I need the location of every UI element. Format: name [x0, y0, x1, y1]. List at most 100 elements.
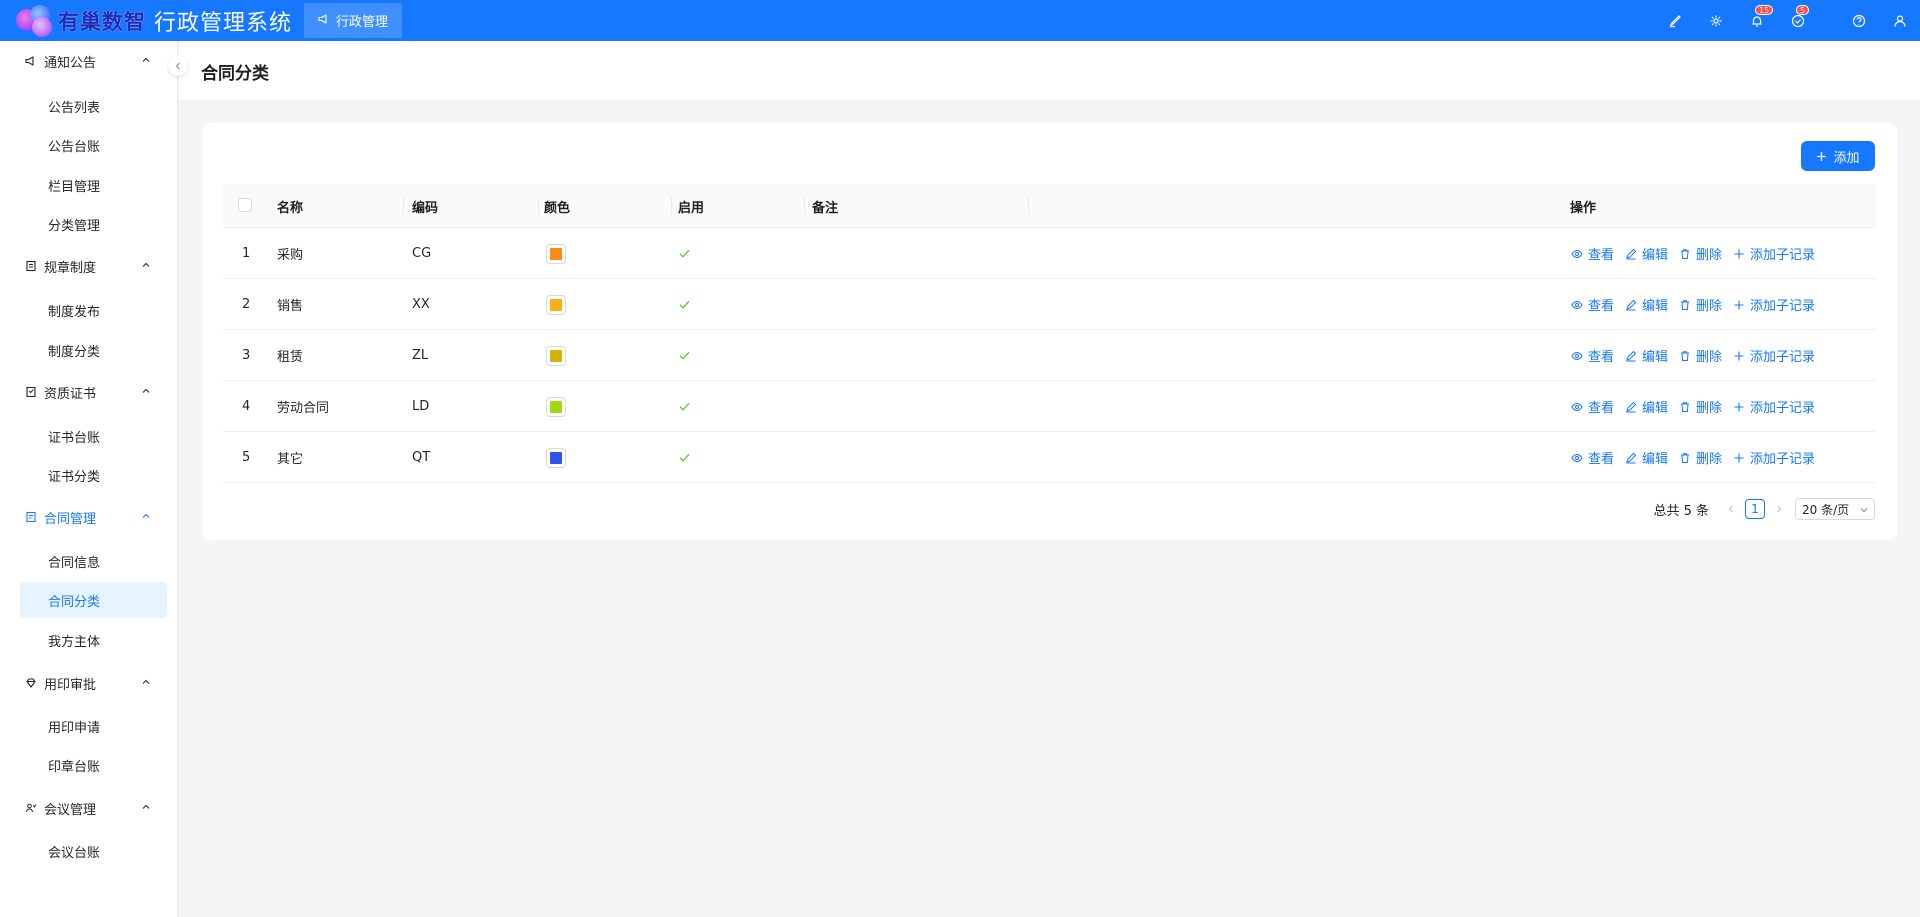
- sidebar-item-contract-info[interactable]: 合同信息: [20, 543, 167, 579]
- sidebar-collapse-button[interactable]: [168, 56, 188, 76]
- delete-button[interactable]: 删除: [1679, 448, 1722, 467]
- sidebar-item-category-management[interactable]: 分类管理: [20, 206, 167, 242]
- logo: 有巢数智: [14, 0, 146, 41]
- action-label: 编辑: [1642, 452, 1669, 467]
- chevron-up-icon: [142, 388, 150, 393]
- sidebar-group-seal-approval[interactable]: 用印审批: [0, 663, 178, 703]
- plus-icon: [1733, 248, 1745, 260]
- plus-icon: [1733, 401, 1745, 413]
- sidebar-group-certificates[interactable]: 资质证书: [0, 372, 178, 412]
- row-code: LD: [412, 399, 430, 414]
- enabled-check-icon: [678, 330, 691, 381]
- sidebar-item-notice-list[interactable]: 公告列表: [20, 88, 167, 124]
- sidebar-group-label: 通知公告: [44, 55, 97, 71]
- sidebar-item-label: 公告台账: [48, 139, 101, 155]
- system-title: 行政管理系统: [154, 10, 293, 36]
- edit-button[interactable]: 编辑: [1625, 295, 1668, 314]
- column-header-name[interactable]: 名称: [277, 184, 303, 228]
- user-icon[interactable]: [1892, 13, 1908, 29]
- view-button[interactable]: 查看: [1571, 295, 1614, 314]
- sidebar-item-certificate-ledger[interactable]: 证书台账: [20, 418, 167, 454]
- add-button[interactable]: 添加: [1801, 141, 1875, 171]
- delete-button[interactable]: 删除: [1679, 397, 1722, 416]
- select-all-checkbox[interactable]: [238, 198, 252, 212]
- logo-text: 有巢数智: [58, 9, 146, 34]
- enabled-check-icon: [678, 228, 691, 279]
- sidebar-item-regulation-category[interactable]: 制度分类: [20, 332, 167, 368]
- action-label: 添加子记录: [1750, 248, 1816, 263]
- category-table: 名称 编码 颜色 启用 备注 操作 1 采购 CG 查看 编辑 删除 添加子记录 2 销售 XX 查…: [223, 184, 1876, 483]
- view-button[interactable]: 查看: [1571, 346, 1614, 365]
- logo-mark-icon: [14, 3, 58, 39]
- column-divider: [671, 197, 672, 215]
- edit-button[interactable]: 编辑: [1625, 346, 1668, 365]
- column-header-color[interactable]: 颜色: [544, 184, 570, 228]
- pagination-prev-button[interactable]: [1721, 505, 1741, 513]
- sidebar-group-meetings[interactable]: 会议管理: [0, 788, 178, 828]
- pagination-next-button[interactable]: [1769, 505, 1789, 513]
- sidebar-group-regulations[interactable]: 规章制度: [0, 246, 178, 286]
- pagination-total: 总共 5 条: [1653, 503, 1709, 519]
- table-row: 2 销售 XX 查看 编辑 删除 添加子记录: [223, 279, 1876, 330]
- certificate-icon: [25, 386, 38, 399]
- sidebar-item-meeting-ledger[interactable]: 会议台账: [20, 833, 167, 869]
- sidebar-item-column-management[interactable]: 栏目管理: [20, 167, 167, 203]
- gear-icon[interactable]: [1708, 13, 1724, 29]
- sidebar-item-contract-category[interactable]: 合同分类: [20, 582, 167, 618]
- row-code: XX: [412, 297, 430, 312]
- action-label: 编辑: [1642, 350, 1669, 365]
- sidebar-item-label: 证书台账: [48, 430, 101, 446]
- add-child-button[interactable]: 添加子记录: [1733, 397, 1815, 416]
- add-child-button[interactable]: 添加子记录: [1733, 448, 1815, 467]
- row-color: [546, 330, 566, 381]
- color-swatch: [546, 243, 566, 264]
- sidebar-item-certificate-category[interactable]: 证书分类: [20, 457, 167, 493]
- row-name: 劳动合同: [277, 401, 330, 416]
- pagination-page-1[interactable]: 1: [1745, 499, 1765, 519]
- view-button[interactable]: 查看: [1571, 397, 1614, 416]
- column-header-remark[interactable]: 备注: [812, 184, 838, 228]
- sidebar-item-seal-ledger[interactable]: 印章台账: [20, 747, 167, 783]
- delete-button[interactable]: 删除: [1679, 244, 1722, 263]
- add-child-button[interactable]: 添加子记录: [1733, 244, 1815, 263]
- brush-icon[interactable]: [1667, 13, 1683, 29]
- task-badge: 5: [1796, 4, 1810, 15]
- sidebar-item-our-entity[interactable]: 我方主体: [20, 622, 167, 658]
- chevron-up-icon: [142, 57, 150, 62]
- sidebar-item-label: 公告列表: [48, 100, 101, 116]
- sidebar-item-seal-request[interactable]: 用印申请: [20, 708, 167, 744]
- edit-button[interactable]: 编辑: [1625, 397, 1668, 416]
- task-check-icon[interactable]: 5: [1790, 4, 1810, 29]
- sidebar-group-contracts[interactable]: 合同管理: [0, 497, 178, 537]
- column-header-actions: 操作: [1570, 200, 1597, 216]
- help-icon[interactable]: [1851, 13, 1867, 29]
- table-body: 1 采购 CG 查看 编辑 删除 添加子记录 2 销售 XX 查看 编辑 删除 添加子记录 3 租赁 ZL 查看编…: [223, 228, 1876, 483]
- add-child-button[interactable]: 添加子记录: [1733, 295, 1815, 314]
- row-code: QT: [412, 450, 431, 465]
- chevron-up-icon: [142, 262, 150, 267]
- column-divider: [804, 197, 805, 215]
- plus-icon: [1733, 452, 1745, 464]
- row-actions: 查看 编辑 删除 添加子记录: [1571, 279, 1826, 330]
- sidebar-item-regulation-publish[interactable]: 制度发布: [20, 292, 167, 328]
- page-size-select[interactable]: 20 条/页: [1795, 498, 1875, 520]
- pagination: 总共 5 条 1 20 条/页: [1653, 498, 1875, 520]
- delete-icon: [1679, 248, 1691, 260]
- sidebar-group-notice[interactable]: 通知公告: [0, 41, 178, 81]
- sidebar-group-label: 规章制度: [44, 260, 97, 276]
- column-header-enabled[interactable]: 启用: [678, 184, 704, 228]
- delete-button[interactable]: 删除: [1679, 295, 1722, 314]
- sidebar-item-notice-ledger[interactable]: 公告台账: [20, 127, 167, 163]
- view-button[interactable]: 查看: [1571, 448, 1614, 467]
- row-index: 1: [242, 246, 251, 261]
- tab-admin-management[interactable]: 行政管理: [304, 3, 403, 38]
- chevron-up-icon: [142, 804, 150, 809]
- view-button[interactable]: 查看: [1571, 244, 1614, 263]
- add-child-button[interactable]: 添加子记录: [1733, 346, 1815, 365]
- bell-icon[interactable]: 15: [1749, 4, 1774, 29]
- edit-button[interactable]: 编辑: [1625, 244, 1668, 263]
- eye-icon: [1571, 299, 1583, 311]
- edit-button[interactable]: 编辑: [1625, 448, 1668, 467]
- column-header-code[interactable]: 编码: [412, 184, 438, 228]
- delete-button[interactable]: 删除: [1679, 346, 1722, 365]
